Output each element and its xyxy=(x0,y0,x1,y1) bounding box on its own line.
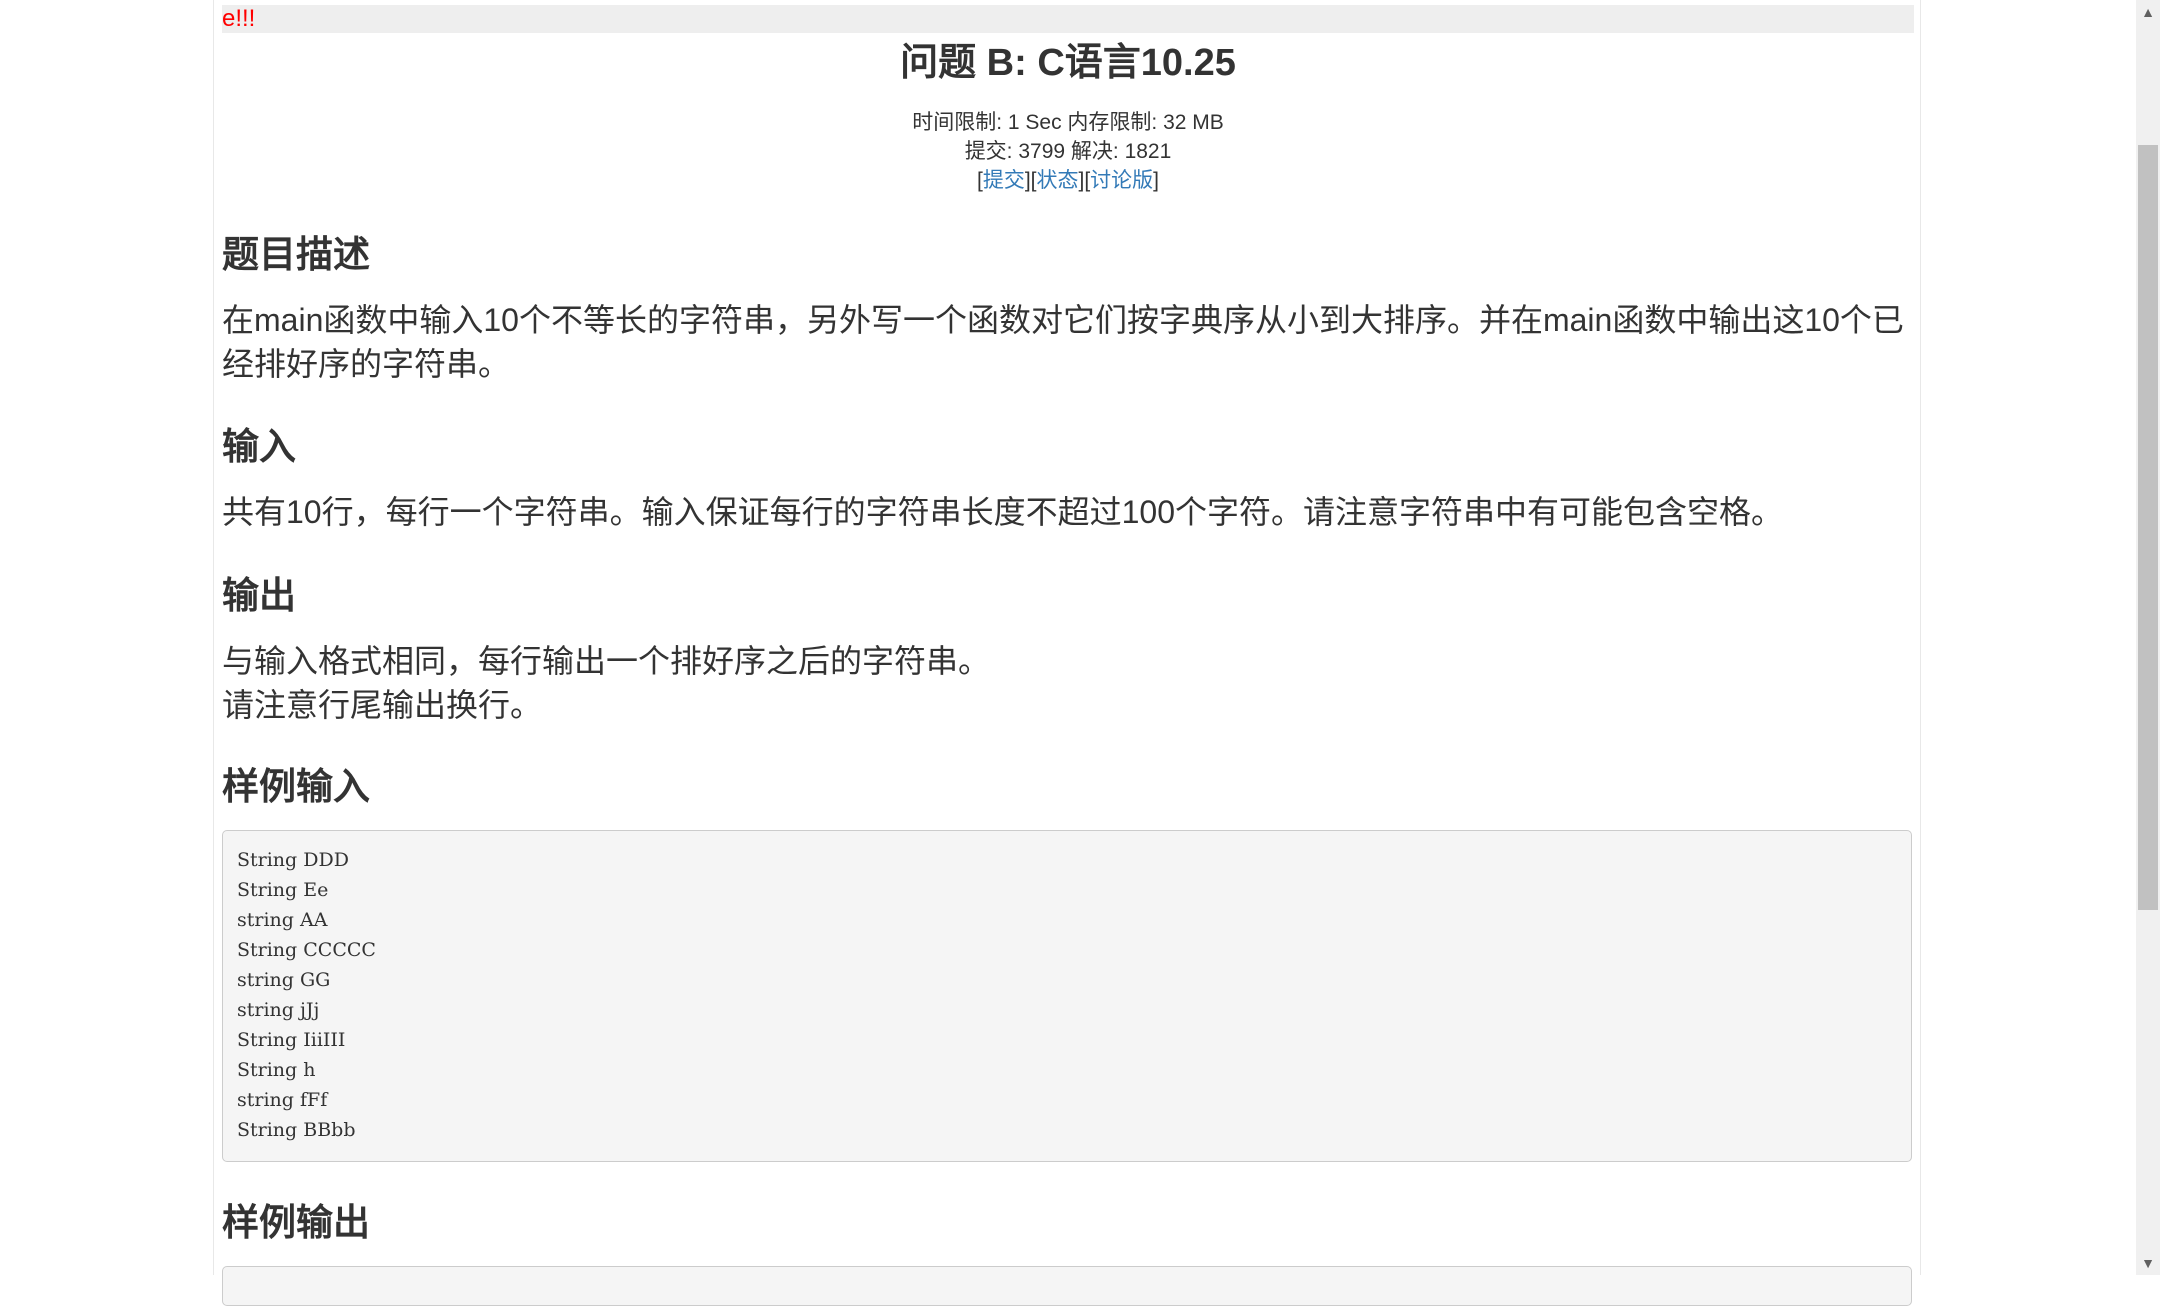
input-heading: 输入 xyxy=(222,426,296,467)
output-heading: 输出 xyxy=(222,575,296,616)
sample-output-heading: 样例输出 xyxy=(222,1202,370,1243)
sample-input-line: String BBbb xyxy=(237,1119,356,1141)
marquee-text: e!!! xyxy=(222,5,256,32)
sample-input-line: string GG xyxy=(237,969,331,991)
sample-input-line: String Ee xyxy=(237,879,329,901)
problem-title: 问题 B: C语言10.25 xyxy=(900,42,1236,84)
bracket-sep: ][ xyxy=(1024,169,1037,192)
sample-input-line: String h xyxy=(237,1059,316,1081)
sample-input-line: String CCCCC xyxy=(237,939,376,961)
limits-line: 时间限制: 1 Sec 内存限制: 32 MB xyxy=(912,111,1224,134)
input-text: 共有10行，每行一个字符串。输入保证每行的字符串长度不超过100个字符。请注意字… xyxy=(222,494,1783,530)
stats-line: 提交: 3799 解决: 1821 xyxy=(964,140,1172,163)
discuss-link[interactable]: 讨论版 xyxy=(1090,169,1153,192)
description-heading: 题目描述 xyxy=(222,234,370,275)
submit-link[interactable]: 提交 xyxy=(983,169,1025,192)
output-text-line2: 请注意行尾输出换行。 xyxy=(222,687,543,723)
scrollbar-thumb[interactable] xyxy=(2138,145,2158,910)
page-border-left xyxy=(213,0,214,1275)
status-link[interactable]: 状态 xyxy=(1037,169,1079,192)
problem-meta: 时间限制: 1 Sec 内存限制: 32 MB 提交: 3799 解决: 182… xyxy=(222,108,1914,195)
bracket-sep: ][ xyxy=(1078,169,1091,192)
scroll-down-icon[interactable]: ▼ xyxy=(2136,1251,2160,1275)
sample-input-line: string AA xyxy=(237,909,328,931)
sample-input-line: String IiiIII xyxy=(237,1029,346,1051)
scroll-up-icon[interactable]: ▲ xyxy=(2136,0,2160,24)
marquee-bar: e!!! xyxy=(222,5,1914,33)
description-text: 在main函数中输入10个不等长的字符串，另外写一个函数对它们按字典序从小到大排… xyxy=(222,302,1904,382)
action-links: [提交][状态][讨论版] xyxy=(222,166,1914,195)
sample-input-box: String DDD String Ee string AA String CC… xyxy=(222,830,1912,1162)
sample-input-heading: 样例输入 xyxy=(222,766,370,807)
page-border-right xyxy=(1920,0,1921,1275)
output-text-line1: 与输入格式相同，每行输出一个排好序之后的字符串。 xyxy=(222,643,991,679)
bracket-close: ] xyxy=(1153,169,1160,192)
sample-output-box xyxy=(222,1266,1912,1306)
sample-input-line: string fFf xyxy=(237,1089,328,1111)
sample-input-line: String DDD xyxy=(237,849,349,871)
sample-input-line: string jJj xyxy=(237,999,320,1021)
